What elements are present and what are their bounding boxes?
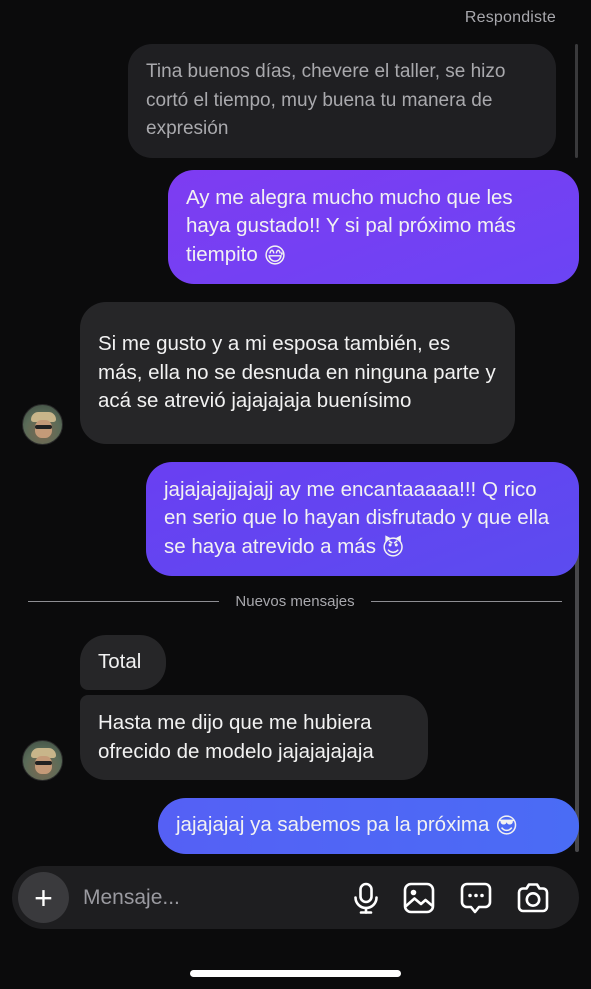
contact-avatar[interactable] — [22, 740, 63, 781]
new-messages-label: Nuevos mensajes — [235, 592, 355, 610]
incoming-message[interactable]: Total — [80, 635, 166, 690]
outgoing-message-text: jajajajaj ya sabemos pa la próxima 😎 — [176, 813, 518, 839]
microphone-icon[interactable] — [348, 880, 384, 916]
plus-icon: + — [34, 879, 53, 916]
quoted-message[interactable]: Tina buenos días, chevere el taller, se … — [128, 44, 556, 158]
sticker-icon[interactable] — [458, 880, 494, 916]
add-button[interactable]: + — [18, 872, 69, 923]
sunglasses-emoji: 😎 — [495, 813, 518, 839]
outgoing-message-text: jajajajajjajajj ay me encantaaaaa!!! Q r… — [164, 477, 550, 560]
contact-avatar[interactable] — [22, 404, 63, 445]
incoming-message-text: Si me gusto y a mi esposa también, es má… — [98, 332, 496, 413]
message-input[interactable] — [83, 884, 343, 912]
sweat-smile-emoji: 😅 — [263, 242, 287, 268]
quoted-message-text: Tina buenos días, chevere el taller, se … — [146, 61, 506, 140]
new-messages-divider: Nuevos mensajes — [28, 590, 563, 612]
image-icon[interactable] — [401, 880, 437, 916]
incoming-message[interactable]: Hasta me dijo que me hubiera ofrecido de… — [80, 695, 428, 780]
incoming-message-text: Hasta me dijo que me hubiera ofrecido de… — [98, 711, 374, 763]
devil-emoji: 😈 — [381, 534, 405, 560]
outgoing-message[interactable]: jajajajaj ya sabemos pa la próxima 😎 — [158, 798, 579, 854]
camera-icon[interactable] — [515, 880, 551, 916]
scrollbar-thumb[interactable] — [575, 520, 579, 852]
scrollbar-top — [575, 44, 578, 158]
replied-label: Respondiste — [464, 9, 556, 26]
incoming-message[interactable]: Si me gusto y a mi esposa también, es má… — [80, 302, 515, 444]
home-indicator[interactable] — [190, 970, 401, 977]
message-composer: + — [12, 866, 579, 929]
outgoing-message-text: Ay me alegra mucho mucho que les haya gu… — [186, 185, 516, 268]
chat-screen: Respondiste Tina buenos días, chevere el… — [0, 0, 591, 989]
incoming-message-text: Total — [98, 650, 142, 674]
outgoing-message[interactable]: Ay me alegra mucho mucho que les haya gu… — [168, 170, 579, 284]
outgoing-message[interactable]: jajajajajjajajj ay me encantaaaaa!!! Q r… — [146, 462, 579, 576]
